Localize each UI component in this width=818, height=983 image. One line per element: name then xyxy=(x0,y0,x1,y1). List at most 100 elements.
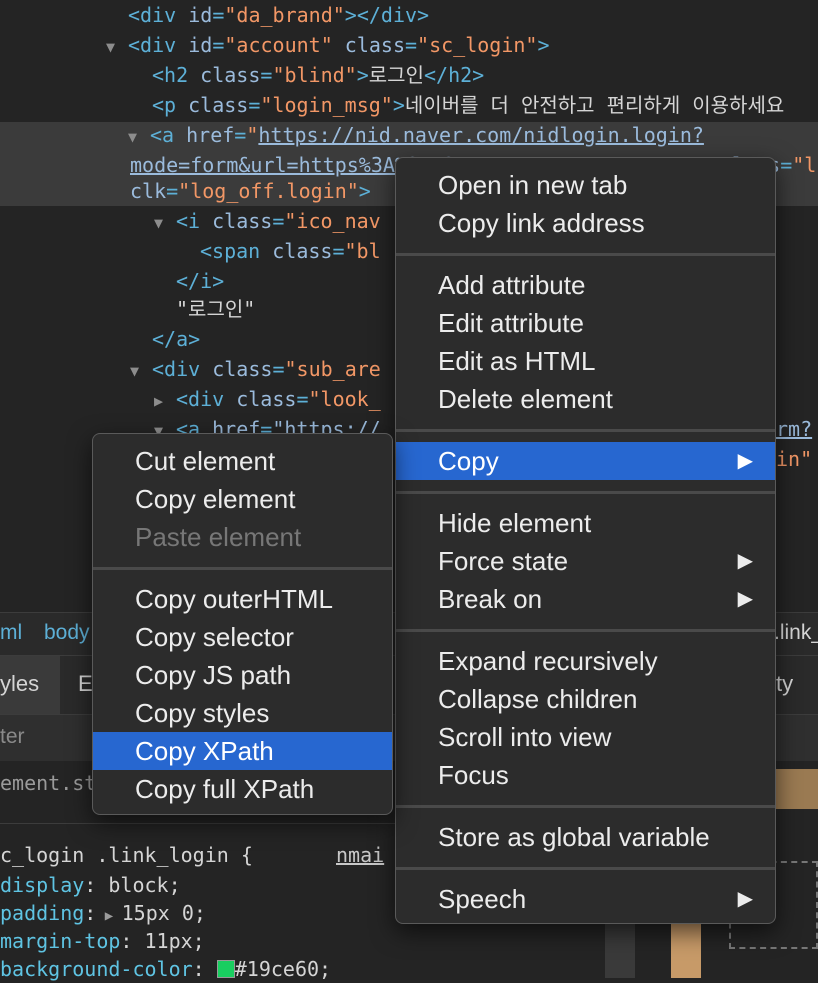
dom-line[interactable]: ▼ <div id="account" class="sc_login"> xyxy=(106,30,550,62)
menu-item-copy-xpath[interactable]: Copy XPath xyxy=(93,732,392,770)
menu-item-copy-styles[interactable]: Copy styles xyxy=(93,694,392,732)
tag-end: </h2> xyxy=(423,63,485,87)
menu-item-copy-js-path[interactable]: Copy JS path xyxy=(93,656,392,694)
menu-item-speech[interactable]: Speech ▶ xyxy=(396,880,775,918)
copy-submenu: Cut element Copy element Paste element C… xyxy=(92,433,393,815)
menu-item-collapse-children[interactable]: Collapse children xyxy=(396,680,775,718)
menu-separator xyxy=(396,629,775,632)
menu-item-cut-element[interactable]: Cut element xyxy=(93,442,392,480)
attr-value: "blind" xyxy=(272,63,357,87)
menu-item-store-as-global-variable[interactable]: Store as global variable xyxy=(396,818,775,856)
dom-line-tail: in" xyxy=(776,444,812,474)
breadcrumb-item-link[interactable]: .link_ xyxy=(774,621,818,645)
tab-accessibility[interactable]: ty xyxy=(776,671,793,697)
href-link[interactable]: https://nid.naver.com/nidlogin.login? xyxy=(258,123,704,147)
menu-item-copy-link-address[interactable]: Copy link address xyxy=(396,204,775,242)
menu-item-copy-selector[interactable]: Copy selector xyxy=(93,618,392,656)
menu-item-focus[interactable]: Focus xyxy=(396,756,775,794)
menu-item-copy-outerhtml[interactable]: Copy outerHTML xyxy=(93,580,392,618)
menu-item-delete-element[interactable]: Delete element xyxy=(396,380,775,418)
text-node: 로그인 xyxy=(368,63,424,87)
tab-computed[interactable]: E xyxy=(78,671,93,697)
menu-item-edit-attribute[interactable]: Edit attribute xyxy=(396,304,775,342)
css-prop-name: margin-top xyxy=(0,929,121,953)
attr-value: "log_off.login" xyxy=(178,179,359,203)
menu-item-copy[interactable]: Copy ▶ xyxy=(396,442,775,480)
attr-name: class xyxy=(212,209,273,233)
tag-close: > xyxy=(392,93,405,117)
attr-name: class xyxy=(236,387,297,411)
menu-item-open-in-new-tab[interactable]: Open in new tab xyxy=(396,166,775,204)
dom-line[interactable]: </i> xyxy=(176,266,224,296)
css-prop-value: 11px; xyxy=(144,929,205,953)
tag-open: <h2 xyxy=(152,63,201,87)
css-prop-value: block; xyxy=(108,873,181,897)
attr-name: clk xyxy=(130,179,167,203)
attr-value: "sc_login" xyxy=(417,33,538,57)
dom-line[interactable]: ▼ <i class="ico_nav xyxy=(154,206,381,238)
dom-line[interactable]: "로그인" xyxy=(176,294,255,324)
menu-item-hide-element[interactable]: Hide element xyxy=(396,504,775,542)
breadcrumb-item[interactable]: ml xyxy=(0,621,22,645)
expand-triangle-icon[interactable]: ▼ xyxy=(130,356,152,386)
menu-separator xyxy=(396,867,775,870)
color-swatch[interactable] xyxy=(216,960,235,978)
attr-value: "ico_nav xyxy=(284,209,381,233)
tab-styles-label: yles xyxy=(0,671,40,696)
menu-separator xyxy=(396,253,775,256)
attr-value: "bl xyxy=(344,239,381,263)
text-node: 네이버를 더 안전하고 편리하게 이용하세요 xyxy=(404,93,785,117)
text-node: "로그인" xyxy=(176,297,256,321)
tag-open: <div xyxy=(152,357,213,381)
collapse-triangle-icon[interactable]: ▶ xyxy=(154,386,176,416)
expand-triangle-icon[interactable]: ▼ xyxy=(154,208,176,238)
css-prop-value: 15px 0; xyxy=(121,901,206,925)
submenu-arrow-icon: ▶ xyxy=(737,550,753,572)
tag-open: <div xyxy=(128,3,189,27)
css-prop-line[interactable]: background-color: #19ce60; xyxy=(0,955,331,983)
menu-item-expand-recursively[interactable]: Expand recursively xyxy=(396,642,775,680)
dom-line[interactable]: </a> xyxy=(152,324,200,354)
tag-open: <i xyxy=(176,209,213,233)
dom-line[interactable]: <span class="bl xyxy=(200,236,381,266)
attr-name: class xyxy=(200,63,261,87)
attr-value: "da_brand" xyxy=(224,3,345,27)
expand-triangle-icon[interactable]: ▼ xyxy=(106,32,128,62)
dom-line[interactable]: ▼ <div class="sub_are xyxy=(130,354,381,386)
menu-item-scroll-into-view[interactable]: Scroll into view xyxy=(396,718,775,756)
menu-item-copy-element[interactable]: Copy element xyxy=(93,480,392,518)
tag-close: > xyxy=(356,63,369,87)
css-source-link[interactable]: nmai xyxy=(336,841,384,869)
breadcrumb-item-body[interactable]: body xyxy=(44,621,90,645)
menu-item-break-on[interactable]: Break on ▶ xyxy=(396,580,775,618)
dom-line-selected[interactable]: ▼ <a href="https://nid.naver.com/nidlogin… xyxy=(128,120,704,152)
tag-open: <p xyxy=(152,93,189,117)
menu-item-edit-as-html[interactable]: Edit as HTML xyxy=(396,342,775,380)
menu-item-add-attribute[interactable]: Add attribute xyxy=(396,266,775,304)
attr-value: "look_ xyxy=(308,387,381,411)
tab-styles[interactable]: yles xyxy=(0,656,60,714)
menu-separator xyxy=(396,491,775,494)
expand-triangle-icon[interactable]: ▶ xyxy=(96,908,121,924)
tag-close: > xyxy=(537,33,550,57)
submenu-arrow-icon: ▶ xyxy=(737,450,753,472)
dom-line[interactable]: clk="log_off.login"> xyxy=(130,176,371,206)
css-prop-line[interactable]: display: block; xyxy=(0,871,181,899)
filter-input[interactable]: ter xyxy=(0,725,25,749)
menu-separator xyxy=(93,567,392,570)
dom-line[interactable]: <p class="login_msg">네이버를 더 안전하고 편리하게 이용… xyxy=(152,90,784,120)
css-prop-name: display xyxy=(0,873,85,897)
expand-triangle-icon[interactable]: ▼ xyxy=(128,122,150,152)
css-prop-line[interactable]: padding: ▶ 15px 0; xyxy=(0,899,206,930)
dom-line[interactable]: <div id="da_brand"></div> xyxy=(128,0,429,30)
dom-line[interactable]: <h2 class="blind">로그인</h2> xyxy=(152,60,484,90)
attr-value: "sub_are xyxy=(284,357,381,381)
tag-open: <div xyxy=(176,387,237,411)
tag-open: <span xyxy=(200,239,273,263)
menu-item-force-state[interactable]: Force state ▶ xyxy=(396,542,775,580)
dom-line[interactable]: ▶ <div class="look_ xyxy=(154,384,381,416)
href-link[interactable]: rm? xyxy=(776,417,812,441)
tag-open: <a xyxy=(150,123,187,147)
css-prop-line[interactable]: margin-top: 11px; xyxy=(0,927,205,955)
menu-item-copy-full-xpath[interactable]: Copy full XPath xyxy=(93,770,392,808)
